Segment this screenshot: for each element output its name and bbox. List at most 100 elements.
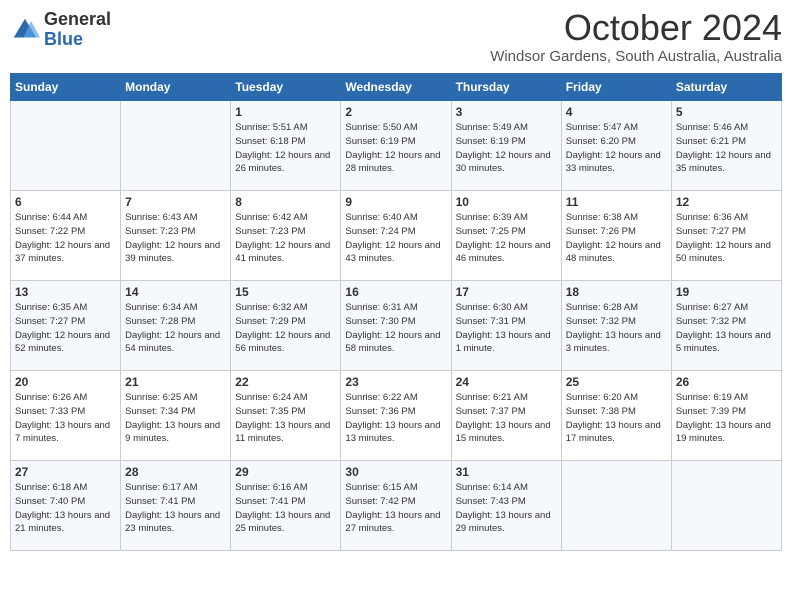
calendar-week-row: 6 Sunrise: 6:44 AMSunset: 7:22 PMDaylight… [11, 191, 782, 281]
day-info: Sunrise: 6:24 AMSunset: 7:35 PMDaylight:… [235, 391, 336, 446]
calendar-cell: 30 Sunrise: 6:15 AMSunset: 7:42 PMDayligh… [341, 461, 451, 551]
calendar-cell: 29 Sunrise: 6:16 AMSunset: 7:41 PMDayligh… [231, 461, 341, 551]
day-info: Sunrise: 6:44 AMSunset: 7:22 PMDaylight:… [15, 211, 116, 266]
page-header: General Blue October 2024 Windsor Garden… [10, 10, 782, 65]
logo-general-text: General [44, 9, 111, 29]
calendar-cell: 18Sunrise: 6:28 AMSunset: 7:32 PMDayligh… [561, 281, 671, 371]
calendar-cell: 31 Sunrise: 6:14 AMSunset: 7:43 PMDayligh… [451, 461, 561, 551]
logo-blue-text: Blue [44, 29, 83, 49]
calendar-cell: 15 Sunrise: 6:32 AMSunset: 7:29 PMDayligh… [231, 281, 341, 371]
day-number: 10 [456, 195, 557, 209]
calendar-cell: 12 Sunrise: 6:36 AMSunset: 7:27 PMDayligh… [671, 191, 781, 281]
calendar-cell: 7 Sunrise: 6:43 AMSunset: 7:23 PMDaylight… [121, 191, 231, 281]
day-info: Sunrise: 6:31 AMSunset: 7:30 PMDaylight:… [345, 301, 446, 356]
day-number: 16 [345, 285, 446, 299]
day-number: 31 [456, 465, 557, 479]
calendar-cell [671, 461, 781, 551]
day-info: Sunrise: 5:51 AMSunset: 6:18 PMDaylight:… [235, 121, 336, 176]
calendar-body: 1Sunrise: 5:51 AMSunset: 6:18 PMDaylight… [11, 101, 782, 551]
weekday-header: Thursday [451, 74, 561, 101]
calendar-cell: 17 Sunrise: 6:30 AMSunset: 7:31 PMDayligh… [451, 281, 561, 371]
location-title: Windsor Gardens, South Australia, Austra… [490, 48, 782, 65]
day-info: Sunrise: 6:15 AMSunset: 7:42 PMDaylight:… [345, 481, 446, 536]
day-number: 30 [345, 465, 446, 479]
weekday-header: Friday [561, 74, 671, 101]
calendar-cell: 5Sunrise: 5:46 AMSunset: 6:21 PMDaylight… [671, 101, 781, 191]
day-info: Sunrise: 5:46 AMSunset: 6:21 PMDaylight:… [676, 121, 777, 176]
day-number: 29 [235, 465, 336, 479]
weekday-header: Saturday [671, 74, 781, 101]
calendar-header: SundayMondayTuesdayWednesdayThursdayFrid… [11, 74, 782, 101]
calendar-cell: 8Sunrise: 6:42 AMSunset: 7:23 PMDaylight… [231, 191, 341, 281]
day-info: Sunrise: 6:36 AMSunset: 7:27 PMDaylight:… [676, 211, 777, 266]
day-info: Sunrise: 5:47 AMSunset: 6:20 PMDaylight:… [566, 121, 667, 176]
day-number: 25 [566, 375, 667, 389]
day-info: Sunrise: 6:20 AMSunset: 7:38 PMDaylight:… [566, 391, 667, 446]
calendar-cell: 19Sunrise: 6:27 AMSunset: 7:32 PMDayligh… [671, 281, 781, 371]
calendar-cell: 22 Sunrise: 6:24 AMSunset: 7:35 PMDayligh… [231, 371, 341, 461]
day-number: 28 [125, 465, 226, 479]
day-number: 21 [125, 375, 226, 389]
calendar-cell: 27Sunrise: 6:18 AMSunset: 7:40 PMDayligh… [11, 461, 121, 551]
calendar-cell: 24 Sunrise: 6:21 AMSunset: 7:37 PMDayligh… [451, 371, 561, 461]
calendar-cell: 2Sunrise: 5:50 AMSunset: 6:19 PMDaylight… [341, 101, 451, 191]
weekday-header: Monday [121, 74, 231, 101]
calendar-week-row: 20 Sunrise: 6:26 AMSunset: 7:33 PMDayligh… [11, 371, 782, 461]
day-info: Sunrise: 6:19 AMSunset: 7:39 PMDaylight:… [676, 391, 777, 446]
day-number: 23 [345, 375, 446, 389]
day-info: Sunrise: 6:26 AMSunset: 7:33 PMDaylight:… [15, 391, 116, 446]
day-info: Sunrise: 5:49 AMSunset: 6:19 PMDaylight:… [456, 121, 557, 176]
weekday-header: Wednesday [341, 74, 451, 101]
calendar-cell: 11Sunrise: 6:38 AMSunset: 7:26 PMDayligh… [561, 191, 671, 281]
day-number: 9 [345, 195, 446, 209]
day-number: 22 [235, 375, 336, 389]
calendar-cell: 9 Sunrise: 6:40 AMSunset: 7:24 PMDaylight… [341, 191, 451, 281]
day-info: Sunrise: 6:38 AMSunset: 7:26 PMDaylight:… [566, 211, 667, 266]
weekday-header: Sunday [11, 74, 121, 101]
day-number: 17 [456, 285, 557, 299]
calendar-week-row: 13Sunrise: 6:35 AMSunset: 7:27 PMDayligh… [11, 281, 782, 371]
calendar-week-row: 27Sunrise: 6:18 AMSunset: 7:40 PMDayligh… [11, 461, 782, 551]
day-info: Sunrise: 6:16 AMSunset: 7:41 PMDaylight:… [235, 481, 336, 536]
day-info: Sunrise: 6:40 AMSunset: 7:24 PMDaylight:… [345, 211, 446, 266]
calendar-cell: 28Sunrise: 6:17 AMSunset: 7:41 PMDayligh… [121, 461, 231, 551]
day-number: 24 [456, 375, 557, 389]
calendar-cell [11, 101, 121, 191]
day-number: 4 [566, 105, 667, 119]
calendar-cell: 20 Sunrise: 6:26 AMSunset: 7:33 PMDayligh… [11, 371, 121, 461]
day-number: 26 [676, 375, 777, 389]
day-number: 19 [676, 285, 777, 299]
calendar-cell: 23Sunrise: 6:22 AMSunset: 7:36 PMDayligh… [341, 371, 451, 461]
day-info: Sunrise: 6:14 AMSunset: 7:43 PMDaylight:… [456, 481, 557, 536]
day-number: 20 [15, 375, 116, 389]
calendar-cell: 6 Sunrise: 6:44 AMSunset: 7:22 PMDaylight… [11, 191, 121, 281]
day-info: Sunrise: 6:30 AMSunset: 7:31 PMDaylight:… [456, 301, 557, 356]
day-number: 15 [235, 285, 336, 299]
day-info: Sunrise: 5:50 AMSunset: 6:19 PMDaylight:… [345, 121, 446, 176]
calendar-cell: 3Sunrise: 5:49 AMSunset: 6:19 PMDaylight… [451, 101, 561, 191]
day-info: Sunrise: 6:32 AMSunset: 7:29 PMDaylight:… [235, 301, 336, 356]
day-info: Sunrise: 6:28 AMSunset: 7:32 PMDaylight:… [566, 301, 667, 356]
weekday-header: Tuesday [231, 74, 341, 101]
day-info: Sunrise: 6:21 AMSunset: 7:37 PMDaylight:… [456, 391, 557, 446]
calendar-cell: 4 Sunrise: 5:47 AMSunset: 6:20 PMDaylight… [561, 101, 671, 191]
weekday-row: SundayMondayTuesdayWednesdayThursdayFrid… [11, 74, 782, 101]
month-title: October 2024 [490, 10, 782, 46]
day-info: Sunrise: 6:39 AMSunset: 7:25 PMDaylight:… [456, 211, 557, 266]
day-info: Sunrise: 6:42 AMSunset: 7:23 PMDaylight:… [235, 211, 336, 266]
day-info: Sunrise: 6:43 AMSunset: 7:23 PMDaylight:… [125, 211, 226, 266]
calendar-week-row: 1Sunrise: 5:51 AMSunset: 6:18 PMDaylight… [11, 101, 782, 191]
day-info: Sunrise: 6:25 AMSunset: 7:34 PMDaylight:… [125, 391, 226, 446]
logo-icon [10, 15, 40, 45]
calendar-cell: 13Sunrise: 6:35 AMSunset: 7:27 PMDayligh… [11, 281, 121, 371]
day-number: 6 [15, 195, 116, 209]
calendar-cell [121, 101, 231, 191]
calendar-cell: 14Sunrise: 6:34 AMSunset: 7:28 PMDayligh… [121, 281, 231, 371]
calendar-cell: 21 Sunrise: 6:25 AMSunset: 7:34 PMDayligh… [121, 371, 231, 461]
calendar-cell: 25 Sunrise: 6:20 AMSunset: 7:38 PMDayligh… [561, 371, 671, 461]
calendar-cell: 26 Sunrise: 6:19 AMSunset: 7:39 PMDayligh… [671, 371, 781, 461]
day-number: 12 [676, 195, 777, 209]
day-number: 7 [125, 195, 226, 209]
day-info: Sunrise: 6:34 AMSunset: 7:28 PMDaylight:… [125, 301, 226, 356]
day-info: Sunrise: 6:35 AMSunset: 7:27 PMDaylight:… [15, 301, 116, 356]
